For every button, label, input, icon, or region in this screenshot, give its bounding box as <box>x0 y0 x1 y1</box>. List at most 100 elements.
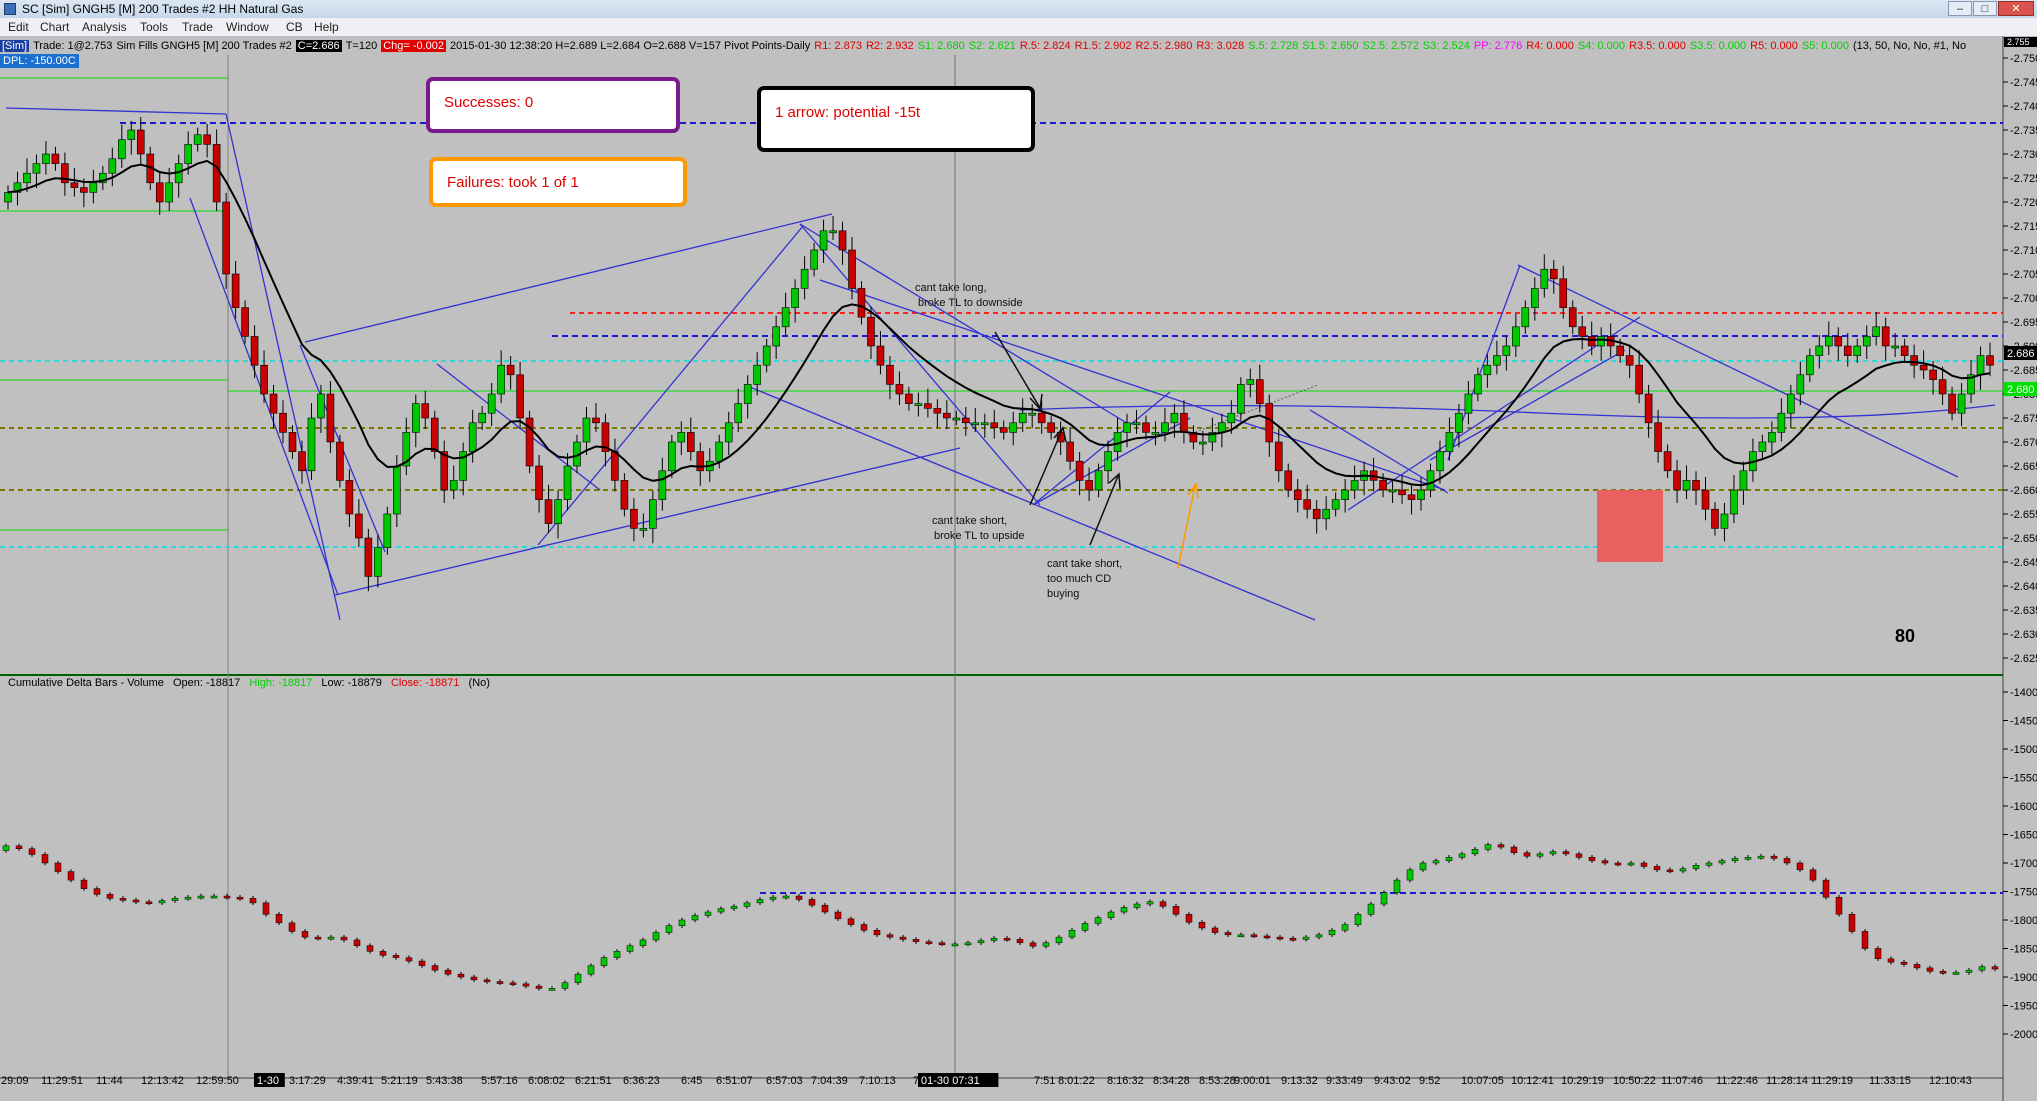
cd-bar <box>496 981 504 984</box>
candle <box>592 417 600 424</box>
candle <box>1701 489 1710 510</box>
time-label: 12:10:43 <box>1929 1075 1972 1087</box>
trendline-1[interactable] <box>5 107 227 115</box>
time-label: 3:17:29 <box>289 1075 326 1087</box>
cd-bar <box>1939 971 1947 974</box>
cd-close: Close: -18871 <box>391 677 460 689</box>
cd-bar <box>1120 907 1128 913</box>
cd-bar <box>626 945 634 952</box>
red-zone[interactable] <box>1597 490 1663 562</box>
cd-bar <box>28 848 36 855</box>
price-tick-label: -2.655 <box>2010 509 2037 521</box>
cd-bar <box>1562 851 1570 855</box>
candle <box>582 417 591 443</box>
candle <box>838 230 847 251</box>
candle <box>1787 393 1795 414</box>
cd-bar <box>769 896 777 900</box>
trendline-10[interactable] <box>799 223 1041 506</box>
price-tick-label: -2.650 <box>2010 533 2037 545</box>
trendlines[interactable] <box>5 107 1996 621</box>
candle <box>155 182 164 203</box>
pivot-r35: R3.5: 0.000 <box>1629 40 1686 52</box>
time-label: 12:13:42 <box>141 1075 184 1087</box>
candle <box>1047 422 1055 433</box>
trendline-15[interactable] <box>1347 316 1641 511</box>
cd-header: Cumulative Delta Bars - Volume Open: -18… <box>8 677 490 689</box>
candle <box>686 432 695 452</box>
candle <box>1768 432 1776 443</box>
price-tick-label: -2.685 <box>2010 365 2037 377</box>
cd-bar <box>730 906 738 909</box>
cd-tick-label: -1750 <box>2010 887 2037 899</box>
moving-average-line <box>7 159 1991 487</box>
cd-tick-label: -1600 <box>2010 801 2037 813</box>
candle <box>772 326 780 347</box>
candle <box>1483 364 1492 376</box>
cd-bar <box>1705 862 1713 866</box>
trendline-5[interactable] <box>304 213 833 343</box>
candle <box>905 393 913 404</box>
cd-bar <box>1289 937 1297 941</box>
pivot-s5: S5: 0.000 <box>1801 40 1849 52</box>
cd-bar <box>353 939 361 946</box>
candle <box>1284 470 1293 491</box>
candle <box>781 307 790 328</box>
candle <box>298 451 306 472</box>
cd-bar <box>1419 862 1427 871</box>
time-label: 01-30 07:31 <box>921 1075 980 1087</box>
time-label: 11:07:46 <box>1661 1075 1703 1087</box>
successes-box[interactable]: Successes: 0 <box>426 77 680 133</box>
cd-bar <box>431 965 439 971</box>
candle <box>639 528 648 531</box>
dpl-badge: DPL: -150.00C <box>0 54 79 68</box>
candle <box>279 412 287 433</box>
trendline-2[interactable] <box>225 113 341 621</box>
cd-bar <box>106 894 114 899</box>
cd-bar <box>1549 851 1557 855</box>
cd-bar <box>639 939 647 946</box>
cd-bar <box>1978 966 1986 971</box>
cd-bar <box>1770 855 1778 859</box>
cd-bar <box>171 898 179 901</box>
cd-bar <box>1367 903 1375 915</box>
cd-bar <box>886 934 894 938</box>
candle <box>1824 336 1833 347</box>
cd-bar <box>1965 969 1973 973</box>
candle <box>374 547 382 577</box>
candle <box>411 403 420 433</box>
cd-bar <box>119 898 127 901</box>
cd-bar <box>925 941 933 944</box>
candle <box>1322 508 1330 520</box>
candle <box>1654 422 1662 452</box>
candle <box>753 364 761 385</box>
candle <box>193 134 202 145</box>
cd-tick-label: -1500 <box>2010 744 2037 756</box>
cd-bar <box>1315 934 1323 938</box>
price-tick-label: -2.705 <box>2010 269 2037 281</box>
failures-box[interactable]: Failures: took 1 of 1 <box>429 157 687 207</box>
time-label: 5:43:38 <box>426 1075 463 1087</box>
candle <box>1777 412 1786 433</box>
candle <box>42 153 50 164</box>
cd-bar <box>1237 934 1245 938</box>
cd-bar <box>1406 869 1414 881</box>
ohlc: 2015-01-30 12:38:20 H=2.689 L=2.684 O=2.… <box>450 40 811 52</box>
candle <box>1474 374 1482 395</box>
time-label: 11:22:46 <box>1716 1075 1758 1087</box>
candle <box>222 201 230 275</box>
candle <box>980 422 989 426</box>
time-label: 5:57:16 <box>481 1075 518 1087</box>
candle <box>1843 345 1852 356</box>
cd-bar <box>743 902 751 907</box>
trendline-7[interactable] <box>537 225 804 546</box>
candle <box>355 513 363 539</box>
trendline-6[interactable] <box>334 447 961 596</box>
chart-canvas[interactable]: cant take long, broke TL to downside can… <box>0 0 2037 1101</box>
arrow-box[interactable]: 1 arrow: potential -15t <box>757 86 1035 152</box>
cd-bar <box>93 888 101 895</box>
time-label: 6:36:23 <box>623 1075 660 1087</box>
trendline-18[interactable] <box>1517 264 1959 478</box>
cd-bar <box>15 845 23 850</box>
trade-info: Trade: 1@2.753 <box>33 40 113 52</box>
cd-bar <box>145 901 153 905</box>
